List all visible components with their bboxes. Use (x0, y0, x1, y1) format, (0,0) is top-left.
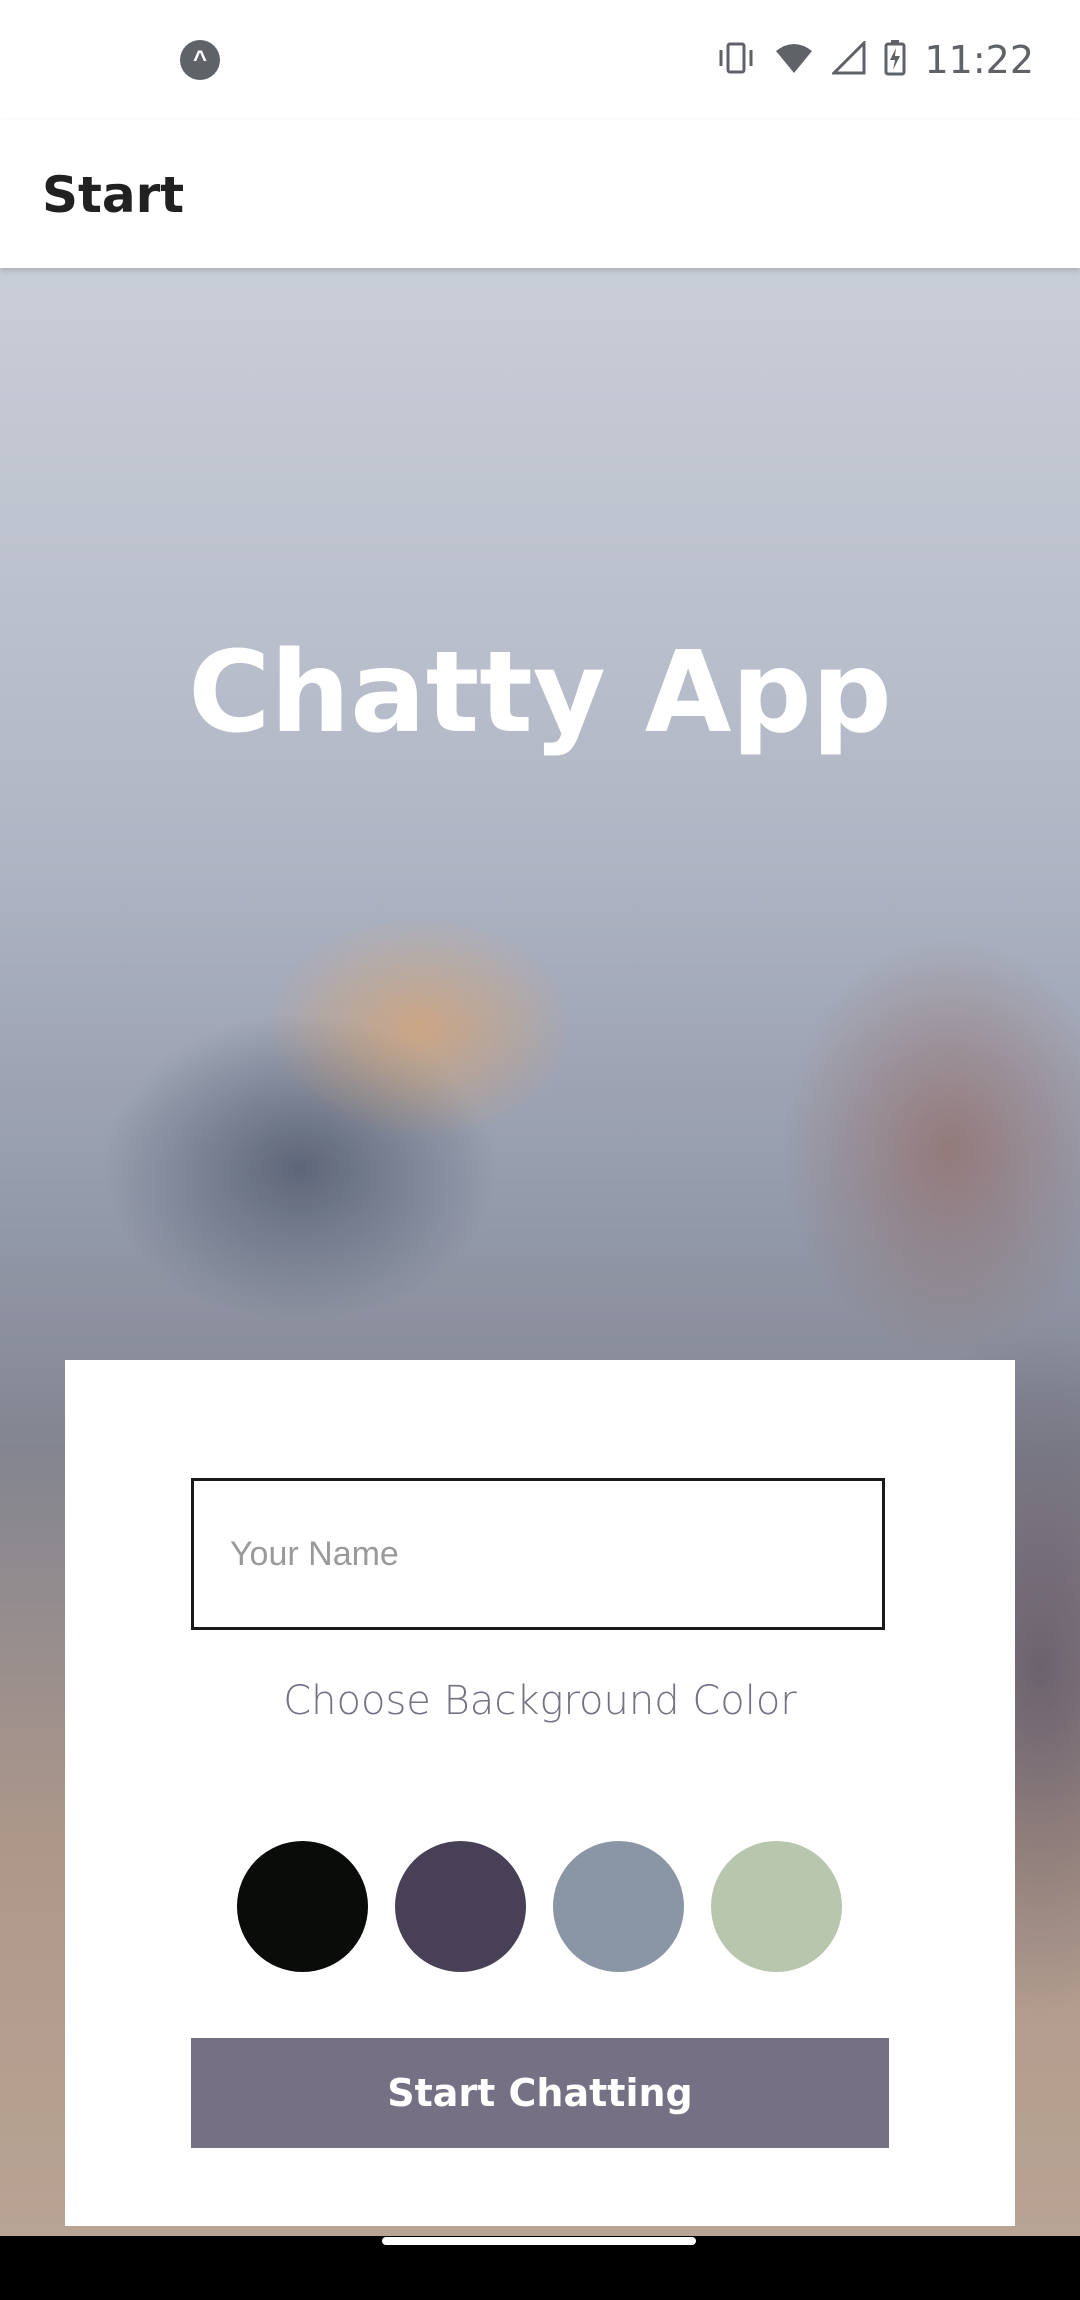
background-image: Chatty App Choose Background Color Start… (0, 268, 1080, 2236)
vibrate-icon (716, 41, 756, 80)
navigation-bar (0, 2236, 1080, 2300)
app-bar-title: Start (42, 166, 185, 224)
color-swatch-green[interactable] (711, 1841, 842, 1972)
battery-charging-icon (884, 39, 906, 81)
choose-color-label: Choose Background Color (283, 1678, 797, 1724)
status-time: 11:22 (924, 38, 1034, 82)
color-swatch-black[interactable] (237, 1841, 368, 1972)
color-swatches (237, 1841, 842, 1972)
start-form-card: Choose Background Color Start Chatting (65, 1360, 1015, 2226)
name-input[interactable] (191, 1478, 885, 1630)
color-swatch-gray-blue[interactable] (553, 1841, 684, 1972)
wifi-icon (774, 41, 814, 80)
status-icons: 11:22 (716, 38, 1034, 82)
expo-icon: ^ (180, 40, 220, 80)
home-handle[interactable] (382, 2237, 696, 2245)
app-bar: Start (0, 120, 1080, 268)
status-bar: ^ 11:22 (0, 0, 1080, 120)
app-title: Chatty App (188, 628, 892, 758)
color-swatch-purple[interactable] (395, 1841, 526, 1972)
start-chatting-button[interactable]: Start Chatting (191, 2038, 889, 2148)
signal-icon (830, 38, 866, 80)
